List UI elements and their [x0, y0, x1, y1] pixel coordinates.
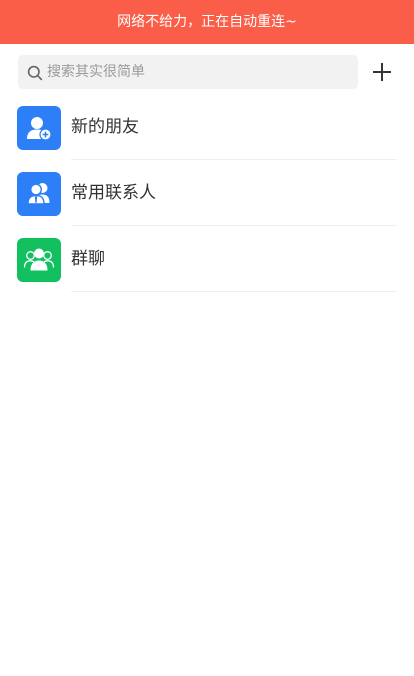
contact-label-frequent-contacts: 常用联系人	[71, 183, 156, 203]
group-chat-icon	[17, 238, 61, 282]
search-icon	[27, 65, 43, 81]
frequent-contacts-avatar	[17, 172, 61, 216]
plus-icon[interactable]	[371, 61, 393, 83]
contact-label-group-chat: 群聊	[71, 249, 105, 269]
network-status-banner: 网络不给力，正在自动重连~	[0, 0, 414, 44]
search-box[interactable]	[18, 55, 358, 89]
group-chat-avatar	[17, 238, 61, 282]
divider	[71, 291, 397, 292]
search-input[interactable]	[47, 55, 347, 89]
search-bar-row	[0, 44, 414, 100]
contact-item-frequent-contacts[interactable]: 常用联系人	[0, 160, 414, 226]
contact-label-new-friends: 新的朋友	[71, 117, 139, 137]
new-friend-avatar	[17, 106, 61, 150]
contact-item-new-friends[interactable]: 新的朋友	[0, 94, 414, 160]
contact-list: 新的朋友 常用联系人 群聊	[0, 94, 414, 292]
new-friend-icon	[17, 106, 61, 150]
contact-item-group-chat[interactable]: 群聊	[0, 226, 414, 292]
frequent-contacts-icon	[17, 172, 61, 216]
